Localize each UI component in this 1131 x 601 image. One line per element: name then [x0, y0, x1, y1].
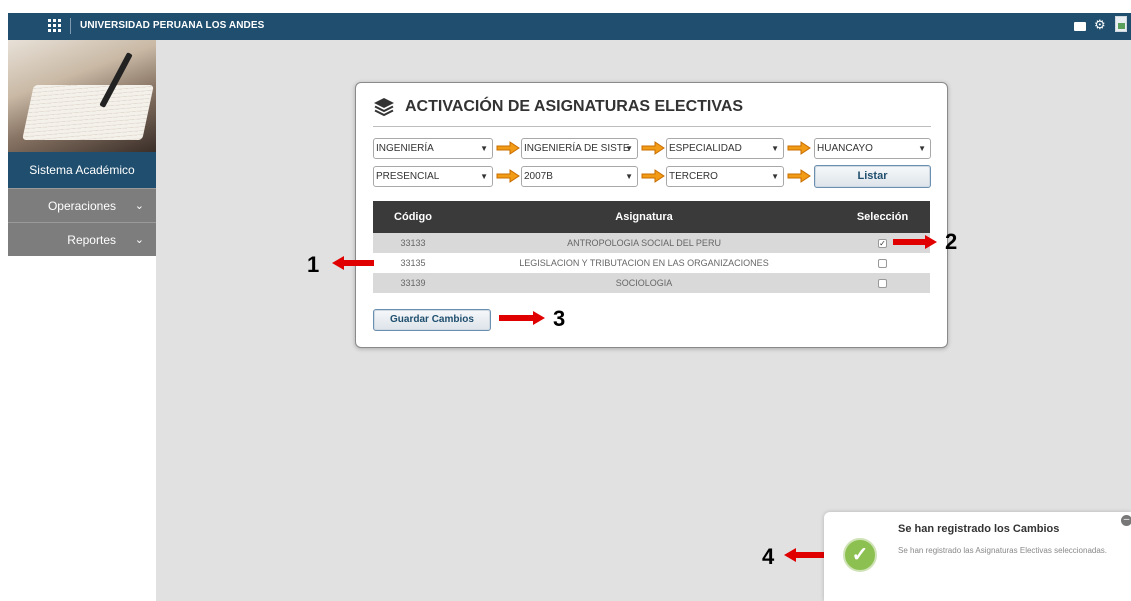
checkmark-icon: ✓	[843, 538, 877, 572]
system-title: Sistema Académico	[8, 152, 156, 188]
chat-icon[interactable]	[1074, 22, 1086, 31]
especialidad-select[interactable]: ESPECIALIDAD ▼	[666, 138, 784, 159]
cell-seleccion	[835, 273, 930, 293]
close-icon[interactable]: –	[1121, 515, 1131, 526]
select-value: ESPECIALIDAD	[669, 143, 742, 154]
table-row: 33133 ANTROPOLOGIA SOCIAL DEL PERU ✓	[373, 233, 930, 253]
sidebar-item-reportes[interactable]: Reportes ⌄	[8, 222, 156, 256]
annotation-arrow-left-icon	[332, 256, 374, 270]
sidebar-item-operaciones[interactable]: Operaciones ⌄	[8, 188, 156, 222]
chevron-down-icon: ⌄	[134, 234, 144, 246]
listar-button[interactable]: Listar	[814, 165, 931, 188]
next-arrow-icon	[496, 169, 520, 183]
layers-icon	[374, 98, 394, 117]
next-arrow-icon	[496, 141, 520, 155]
success-toast: – ✓ Se han registrado los Cambios Se han…	[824, 512, 1131, 601]
select-caret-icon: ▼	[480, 144, 488, 153]
select-value: 2007B	[524, 171, 553, 182]
chevron-down-icon: ⌄	[134, 200, 144, 212]
table-row: 33139 SOCIOLOGIA	[373, 273, 930, 293]
sidebar: Sistema Académico Operaciones ⌄ Reportes…	[8, 40, 156, 601]
annotation-arrow-right-icon	[499, 311, 545, 325]
select-caret-icon: ▼	[918, 144, 926, 153]
sidebar-banner-image	[8, 40, 156, 152]
broken-image-icon[interactable]	[1115, 16, 1127, 32]
cell-codigo: 33133	[373, 233, 453, 253]
table-row: 33135 LEGISLACION Y TRIBUTACION EN LAS O…	[373, 253, 930, 273]
cell-asignatura: ANTROPOLOGIA SOCIAL DEL PERU	[453, 233, 835, 253]
selection-checkbox[interactable]	[878, 259, 887, 269]
select-caret-icon: ▼	[771, 144, 779, 153]
annotation-number-2: 2	[945, 229, 958, 254]
header-divider	[70, 18, 71, 34]
sede-select[interactable]: HUANCAYO ▼	[814, 138, 931, 159]
cell-asignatura: SOCIOLOGIA	[453, 273, 835, 293]
annotation-arrow-right-icon	[893, 235, 937, 249]
title-divider	[373, 126, 931, 127]
cell-codigo: 33139	[373, 273, 453, 293]
header-seleccion: Selección	[835, 201, 930, 233]
select-value: HUANCAYO	[817, 143, 873, 154]
annotation-number-1: 1	[307, 252, 320, 277]
next-arrow-icon	[641, 141, 665, 155]
electives-table: Código Asignatura Selección 33133 ANTROP…	[373, 201, 930, 293]
next-arrow-icon	[787, 141, 811, 155]
next-arrow-icon	[787, 169, 811, 183]
sidebar-item-label: Reportes	[67, 233, 116, 247]
carrera-select[interactable]: INGENIERÍA DE SISTE ▼	[521, 138, 638, 159]
select-caret-icon: ▼	[480, 172, 488, 181]
header-codigo: Código	[373, 201, 453, 233]
gear-icon[interactable]: ⚙	[1094, 18, 1106, 32]
annotation-arrow-left-icon	[784, 548, 824, 562]
selection-checkbox[interactable]	[878, 279, 887, 289]
cell-seleccion	[835, 253, 930, 273]
electives-panel: ACTIVACIÓN DE ASIGNATURAS ELECTIVAS INGE…	[355, 82, 948, 348]
table-header-row: Código Asignatura Selección	[373, 201, 930, 233]
annotation-number-4: 4	[762, 544, 775, 569]
sidebar-item-label: Operaciones	[47, 199, 116, 213]
next-arrow-icon	[641, 169, 665, 183]
save-changes-button[interactable]: Guardar Cambios	[373, 309, 491, 331]
header-bar: UNIVERSIDAD PERUANA LOS ANDES ⚙	[8, 13, 1131, 40]
apps-grid-icon[interactable]	[48, 19, 61, 32]
select-value: PRESENCIAL	[376, 171, 440, 182]
selection-checkbox[interactable]: ✓	[878, 239, 887, 249]
select-caret-icon: ▼	[771, 172, 779, 181]
select-value: INGENIERÍA	[376, 143, 434, 154]
select-value: TERCERO	[669, 171, 718, 182]
header-asignatura: Asignatura	[453, 201, 835, 233]
ciclo-select[interactable]: TERCERO ▼	[666, 166, 784, 187]
app-title: UNIVERSIDAD PERUANA LOS ANDES	[80, 20, 265, 31]
toast-title: Se han registrado los Cambios	[898, 523, 1060, 535]
modalidad-select[interactable]: PRESENCIAL ▼	[373, 166, 493, 187]
facultad-select[interactable]: INGENIERÍA ▼	[373, 138, 493, 159]
book-illustration	[22, 85, 154, 140]
select-caret-icon: ▼	[625, 172, 633, 181]
select-caret-icon: ▼	[625, 144, 633, 153]
select-value: INGENIERÍA DE SISTE	[524, 143, 630, 154]
top-bar: UNIVERSIDAD PERUANA LOS ANDES ⚙	[0, 0, 1131, 40]
annotation-number-3: 3	[553, 306, 566, 331]
plan-select[interactable]: 2007B ▼	[521, 166, 638, 187]
cell-asignatura: LEGISLACION Y TRIBUTACION EN LAS ORGANIZ…	[453, 253, 835, 273]
cell-codigo: 33135	[373, 253, 453, 273]
panel-title: ACTIVACIÓN DE ASIGNATURAS ELECTIVAS	[405, 98, 744, 115]
toast-message: Se han registrado las Asignaturas Electi…	[898, 546, 1108, 555]
